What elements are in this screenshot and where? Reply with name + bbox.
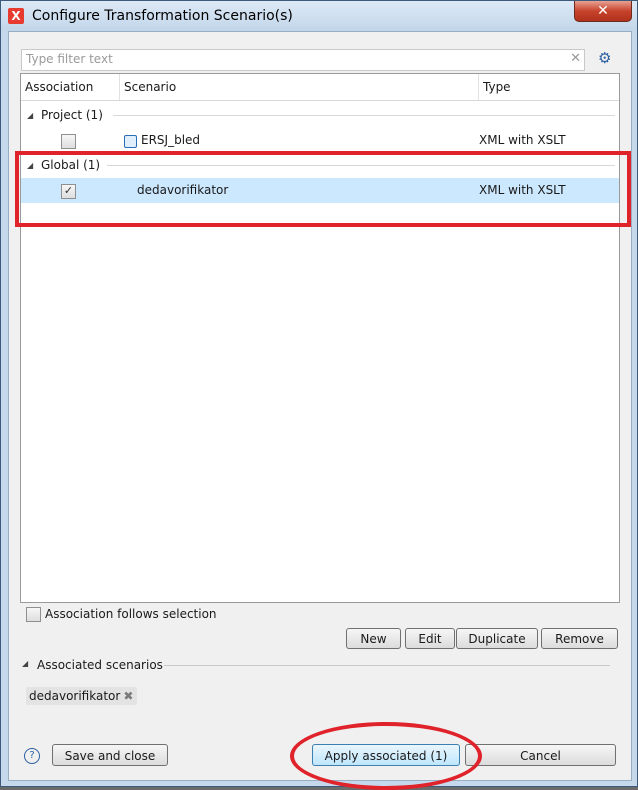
collapse-triangle-icon[interactable]: ◢ <box>22 659 28 668</box>
group-divider <box>113 115 615 116</box>
group-row-project[interactable]: ◢ Project (1) <box>21 103 619 128</box>
save-and-close-button[interactable]: Save and close <box>52 744 168 766</box>
help-icon[interactable]: ? <box>24 748 40 764</box>
group-label: Project (1) <box>41 108 103 122</box>
clear-filter-icon[interactable]: ✕ <box>570 51 581 66</box>
title-bar[interactable]: X Configure Transformation Scenario(s) ✕ <box>1 1 637 31</box>
association-checkbox[interactable] <box>61 134 76 149</box>
settings-gear-icon[interactable]: ⚙ <box>598 49 611 67</box>
highlight-ellipse <box>290 722 482 790</box>
duplicate-button[interactable]: Duplicate <box>456 628 538 649</box>
app-icon: X <box>8 8 24 24</box>
table-header: Association Scenario Type <box>21 74 619 101</box>
associated-scenarios-section[interactable]: ◢ Associated scenarios <box>22 658 612 672</box>
remove-chip-icon[interactable]: ✖ <box>123 689 133 703</box>
chip-label: dedavorifikator <box>29 689 121 703</box>
table-row[interactable]: ERSJ_bled XML with XSLT <box>21 128 619 153</box>
window-title: Configure Transformation Scenario(s) <box>32 8 293 24</box>
column-header-scenario[interactable]: Scenario <box>120 74 479 100</box>
close-button[interactable]: ✕ <box>574 1 632 22</box>
filter-box[interactable]: ✕ <box>21 49 585 71</box>
collapse-triangle-icon[interactable]: ◢ <box>27 103 33 128</box>
associated-scenario-chip: dedavorifikator ✖ <box>26 687 138 705</box>
follow-selection-checkbox[interactable] <box>26 607 41 622</box>
scenario-name: ERSJ_bled <box>141 133 201 147</box>
cancel-button[interactable]: Cancel <box>465 744 616 766</box>
column-header-type[interactable]: Type <box>479 74 619 100</box>
section-divider <box>164 665 610 666</box>
scenario-icon <box>124 135 137 148</box>
edit-button[interactable]: Edit <box>405 628 455 649</box>
highlight-rectangle <box>15 151 631 227</box>
follow-selection-label: Association follows selection <box>45 607 217 621</box>
scenario-type: XML with XSLT <box>479 133 566 147</box>
column-header-association[interactable]: Association <box>21 74 120 100</box>
dialog-window: X Configure Transformation Scenario(s) ✕… <box>0 0 638 790</box>
new-button[interactable]: New <box>346 628 401 649</box>
filter-input[interactable] <box>22 50 566 68</box>
close-icon: ✕ <box>597 3 609 19</box>
associated-scenarios-label: Associated scenarios <box>37 658 163 672</box>
remove-button[interactable]: Remove <box>541 628 618 649</box>
dialog-client: ✕ ⚙ Association Scenario Type ◢ Project … <box>8 31 632 790</box>
